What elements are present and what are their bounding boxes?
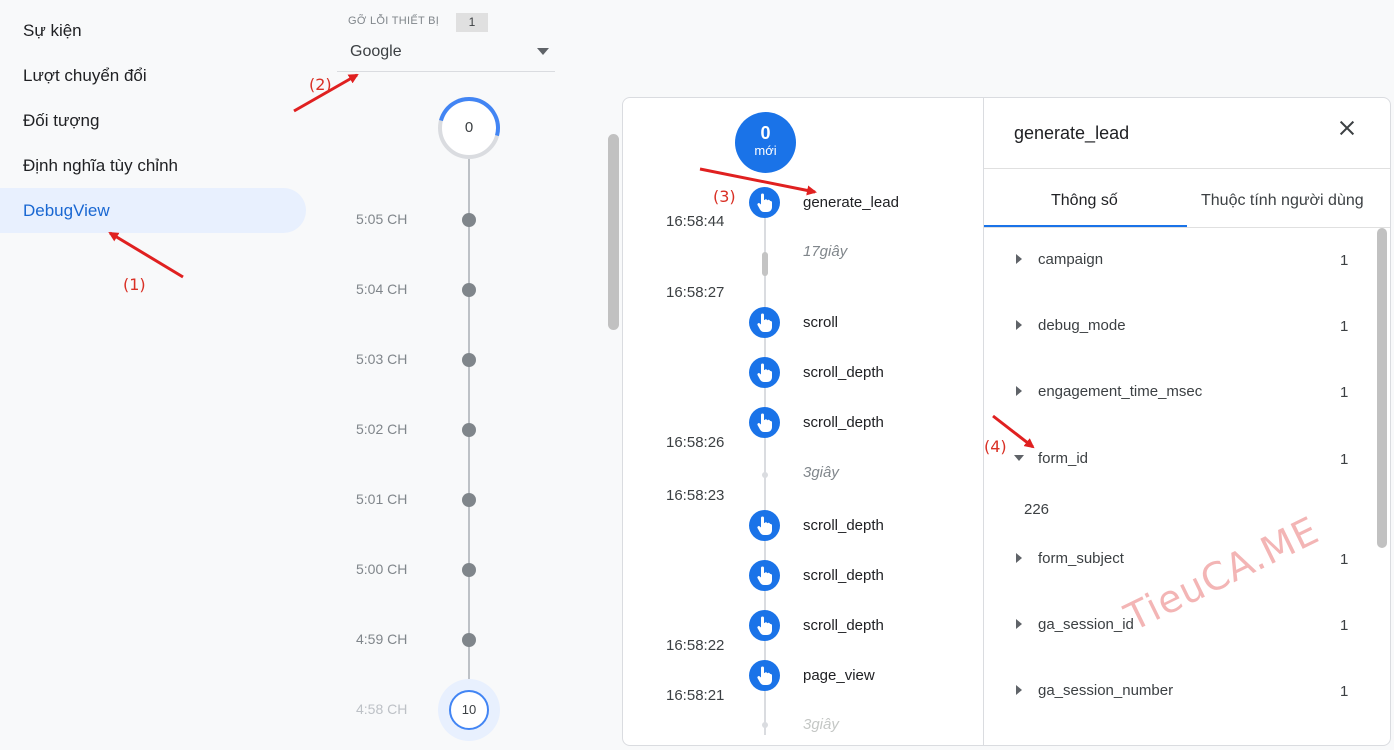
minute-dot[interactable] bbox=[462, 633, 476, 647]
event-gap-marker bbox=[762, 722, 768, 728]
minute-label: 5:00 CH bbox=[356, 561, 408, 577]
event-name[interactable]: scroll_depth bbox=[803, 364, 884, 381]
minute-timeline-track bbox=[468, 158, 470, 682]
minute-scrollbar[interactable] bbox=[608, 134, 619, 330]
event-touch-icon[interactable] bbox=[749, 610, 780, 641]
param-name[interactable]: campaign bbox=[1038, 251, 1103, 268]
expand-arrow-icon[interactable] bbox=[1016, 386, 1022, 396]
event-gap-label: 3giây bbox=[803, 716, 839, 733]
expand-arrow-icon[interactable] bbox=[1016, 254, 1022, 264]
param-value: 226 bbox=[1024, 501, 1050, 518]
minute-dot[interactable] bbox=[462, 563, 476, 577]
event-name[interactable]: scroll_depth bbox=[803, 617, 884, 634]
event-time: 16:58:44 bbox=[666, 213, 725, 230]
dropdown-arrow-icon[interactable] bbox=[537, 48, 549, 55]
new-events-label: mới bbox=[754, 143, 777, 158]
event-name[interactable]: scroll_depth bbox=[803, 414, 884, 431]
annotation-label: (2) bbox=[309, 75, 332, 94]
device-select-underline bbox=[337, 71, 555, 72]
event-detail-title: generate_lead bbox=[1014, 123, 1130, 143]
new-events-count: 0 bbox=[760, 123, 771, 143]
detail-scrollbar[interactable] bbox=[1377, 228, 1387, 548]
expand-arrow-icon[interactable] bbox=[1016, 619, 1022, 629]
param-count: 1 bbox=[1340, 451, 1349, 468]
event-touch-icon[interactable] bbox=[749, 307, 780, 338]
annotation-label: (1) bbox=[123, 275, 146, 294]
left-nav: Sự kiện Lượt chuyển đổi Đối tượng Định n… bbox=[0, 8, 306, 233]
current-minute-count[interactable]: 0 bbox=[438, 97, 500, 159]
minute-dot[interactable] bbox=[462, 493, 476, 507]
close-icon[interactable] bbox=[1336, 117, 1358, 139]
collapse-arrow-icon[interactable] bbox=[1014, 455, 1024, 461]
minute-dot[interactable] bbox=[462, 283, 476, 297]
event-time: 16:58:21 bbox=[666, 687, 725, 704]
minute-label: 5:02 CH bbox=[356, 421, 408, 437]
param-name[interactable]: form_subject bbox=[1038, 550, 1124, 567]
event-gap-marker bbox=[762, 252, 768, 276]
minute-label: 5:03 CH bbox=[356, 351, 408, 367]
event-time: 16:58:23 bbox=[666, 487, 725, 504]
event-name[interactable]: scroll bbox=[803, 314, 838, 331]
tab-parameters[interactable]: Thông số bbox=[1051, 192, 1118, 210]
event-touch-icon[interactable] bbox=[749, 407, 780, 438]
event-touch-icon[interactable] bbox=[749, 660, 780, 691]
event-time: 16:58:26 bbox=[666, 434, 725, 451]
expand-arrow-icon[interactable] bbox=[1016, 685, 1022, 695]
param-count: 1 bbox=[1340, 551, 1349, 568]
param-name[interactable]: engagement_time_msec bbox=[1038, 383, 1202, 400]
minute-label: 5:04 CH bbox=[356, 281, 408, 297]
new-events-badge[interactable]: 0 mới bbox=[735, 112, 796, 173]
event-gap-marker bbox=[762, 472, 768, 478]
minute-label: 4:59 CH bbox=[356, 631, 408, 647]
event-touch-icon[interactable] bbox=[749, 357, 780, 388]
annotation-label: (3) bbox=[713, 187, 736, 206]
minute-dot[interactable] bbox=[462, 213, 476, 227]
event-time: 16:58:22 bbox=[666, 637, 725, 654]
param-count: 1 bbox=[1340, 318, 1349, 335]
annotation-label: (4) bbox=[984, 437, 1007, 456]
event-touch-icon[interactable] bbox=[749, 560, 780, 591]
event-name[interactable]: generate_lead bbox=[803, 194, 899, 211]
minute-label: 5:05 CH bbox=[356, 211, 408, 227]
device-count-badge: 1 bbox=[456, 13, 488, 32]
minute-dot[interactable] bbox=[462, 423, 476, 437]
event-touch-icon[interactable] bbox=[749, 187, 780, 218]
event-gap-label: 3giây bbox=[803, 464, 839, 481]
card-divider bbox=[983, 98, 984, 746]
minute-dot[interactable] bbox=[462, 353, 476, 367]
minute-label: 4:58 CH bbox=[356, 701, 408, 717]
expand-arrow-icon[interactable] bbox=[1016, 320, 1022, 330]
param-count: 1 bbox=[1340, 683, 1349, 700]
event-name[interactable]: scroll_depth bbox=[803, 517, 884, 534]
event-time: 16:58:27 bbox=[666, 284, 725, 301]
event-gap-label: 17giây bbox=[803, 243, 848, 260]
nav-item-conversions[interactable]: Lượt chuyển đổi bbox=[0, 53, 306, 98]
detail-header-divider bbox=[984, 168, 1390, 169]
debug-device-label: GỠ LỖI THIẾT BỊ bbox=[348, 15, 440, 27]
expand-arrow-icon[interactable] bbox=[1016, 553, 1022, 563]
param-name[interactable]: form_id bbox=[1038, 450, 1088, 467]
param-name[interactable]: debug_mode bbox=[1038, 317, 1126, 334]
param-count: 1 bbox=[1340, 617, 1349, 634]
event-name[interactable]: page_view bbox=[803, 667, 875, 684]
nav-item-audiences[interactable]: Đối tượng bbox=[0, 98, 306, 143]
event-touch-icon[interactable] bbox=[749, 510, 780, 541]
tab-divider bbox=[984, 227, 1390, 228]
selected-minute-count[interactable]: 10 bbox=[449, 690, 489, 730]
nav-item-custom-definitions[interactable]: Định nghĩa tùy chỉnh bbox=[0, 143, 306, 188]
param-count: 1 bbox=[1340, 384, 1349, 401]
event-name[interactable]: scroll_depth bbox=[803, 567, 884, 584]
param-name[interactable]: ga_session_id bbox=[1038, 616, 1134, 633]
nav-item-events[interactable]: Sự kiện bbox=[0, 8, 306, 53]
tab-user-properties[interactable]: Thuộc tính người dùng bbox=[1201, 192, 1364, 210]
nav-item-debugview[interactable]: DebugView bbox=[0, 188, 306, 233]
minute-label: 5:01 CH bbox=[356, 491, 408, 507]
param-name[interactable]: ga_session_number bbox=[1038, 682, 1173, 699]
device-select[interactable]: Google bbox=[350, 43, 402, 61]
param-count: 1 bbox=[1340, 252, 1349, 269]
